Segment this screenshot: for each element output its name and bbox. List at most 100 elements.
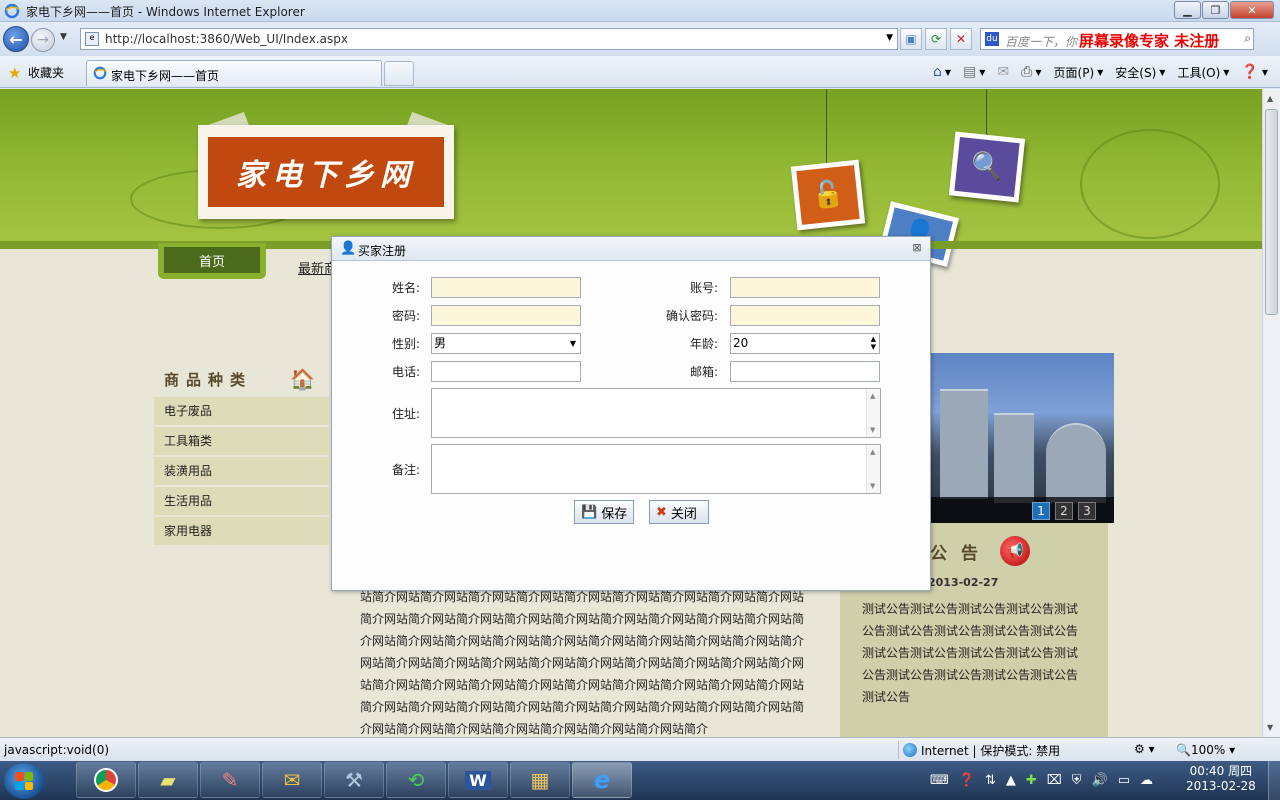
stop-button[interactable]: ✕ <box>950 28 972 50</box>
category-item[interactable]: 装潢用品 <box>154 457 329 485</box>
close-window-button[interactable]: ✕ <box>1230 1 1274 19</box>
start-button[interactable] <box>4 763 44 799</box>
page-menu[interactable]: 页面(P) ▼ <box>1054 64 1104 81</box>
minimize-button[interactable]: ▁ <box>1174 1 1201 19</box>
taskbar-chrome[interactable] <box>76 762 136 798</box>
category-item[interactable]: 家用电器 <box>154 517 329 545</box>
nav-home-tab[interactable]: 首页 <box>158 243 266 279</box>
history-dropdown-icon[interactable]: ▼ <box>60 32 67 42</box>
search-card: 🔍 <box>948 131 1026 203</box>
print-command[interactable]: ⎙ ▼ <box>1021 64 1041 80</box>
network-icon[interactable]: ⌧ <box>1047 773 1062 788</box>
scroll-up-icon[interactable]: ▲ <box>1267 94 1273 103</box>
browser-tab[interactable]: 家电下乡网——首页 <box>86 60 382 86</box>
popup-blocker-icon[interactable]: ⚙ ▾ <box>1134 742 1155 756</box>
textarea-scrollbar[interactable]: ▲ ▼ <box>866 445 880 493</box>
tools-menu[interactable]: 工具(O) ▼ <box>1177 64 1229 81</box>
email-input[interactable] <box>730 361 880 382</box>
taskbar-notes[interactable]: ✉ <box>262 762 322 798</box>
security-tray-icon[interactable]: ⛨ <box>1072 773 1082 788</box>
taskbar-refresh-app[interactable]: ⟲ <box>386 762 446 798</box>
scroll-down-icon[interactable]: ▼ <box>1267 723 1273 732</box>
tab-ie-icon <box>93 66 107 80</box>
weather-icon[interactable]: ☁ <box>1140 773 1153 788</box>
gender-value: 男 <box>434 336 447 350</box>
dev-tools-icon: ⚒ <box>345 768 363 792</box>
taskbar-dev-tools[interactable]: ⚒ <box>324 762 384 798</box>
nav-latest-link[interactable]: 最新商 <box>298 258 334 277</box>
taskbar-sticky-notes[interactable]: ▰ <box>138 762 198 798</box>
new-tab-button[interactable] <box>384 61 414 86</box>
house-icon: 🏠 <box>290 367 315 391</box>
page-scrollbar[interactable]: ▲ ▼ <box>1262 89 1280 737</box>
password-input[interactable] <box>431 305 581 326</box>
address-url[interactable]: http://localhost:3860/Web_UI/Index.aspx <box>105 32 348 46</box>
keyboard-icon[interactable]: ⌨ <box>930 773 949 788</box>
tab-title: 家电下乡网——首页 <box>111 69 220 83</box>
qq-add-icon[interactable]: ✚ <box>1026 773 1037 788</box>
slider-page-button[interactable]: 1 <box>1032 502 1050 520</box>
show-desktop-button[interactable] <box>1268 761 1280 800</box>
address-textarea[interactable]: ▲ ▼ <box>431 388 881 438</box>
input-method-icon[interactable]: ⇅ <box>985 773 996 788</box>
compatibility-icon: ▣ <box>905 32 917 46</box>
save-button[interactable]: 💾 保存 <box>574 500 634 524</box>
safety-menu[interactable]: 安全(S) ▼ <box>1115 64 1165 81</box>
home-command[interactable]: ⌂ ▼ <box>933 64 951 80</box>
address-bar[interactable]: e http://localhost:3860/Web_UI/Index.asp… <box>80 28 898 50</box>
slider-page-button[interactable]: 2 <box>1055 502 1073 520</box>
category-item[interactable]: 电子废品 <box>154 397 329 425</box>
favorites-button[interactable]: 收藏夹 <box>28 64 64 81</box>
taskbar-tools-app[interactable]: ✎ <box>200 762 260 798</box>
spinner-arrows-icon[interactable]: ▲ ▼ <box>871 335 876 351</box>
system-clock[interactable]: 00:40 周四 2013-02-28 <box>1186 764 1256 794</box>
security-zone[interactable]: Internet | 保护模式: 禁用 <box>898 741 1060 759</box>
age-stepper[interactable]: 20 ▲ ▼ <box>730 333 880 354</box>
help-icon: ❓ <box>1241 64 1259 80</box>
confirm-password-input[interactable] <box>730 305 880 326</box>
scroll-thumb[interactable] <box>1265 109 1278 315</box>
name-input[interactable] <box>431 277 581 298</box>
taskbar-internet-explorer[interactable]: e <box>572 762 632 798</box>
slider-page-button[interactable]: 3 <box>1078 502 1096 520</box>
speaker-icon[interactable]: 🔊 <box>1092 773 1108 788</box>
image-slider[interactable]: 1 2 3 <box>930 353 1114 523</box>
remark-textarea[interactable]: ▲ ▼ <box>431 444 881 494</box>
category-item[interactable]: 生活用品 <box>154 487 329 515</box>
site-logo[interactable]: 家电下乡网 <box>198 125 454 219</box>
display-icon[interactable]: ▭ <box>1118 773 1130 788</box>
close-button[interactable]: ✖ 关闭 <box>649 500 709 524</box>
help-tray-icon[interactable]: ❓ <box>959 773 975 788</box>
show-hidden-icon[interactable]: ▲ <box>1006 773 1016 788</box>
help-menu[interactable]: ❓ ▼ <box>1241 64 1268 80</box>
account-input[interactable] <box>730 277 880 298</box>
search-icon[interactable]: ⌕ <box>1244 31 1251 46</box>
favorites-star-icon[interactable]: ★ <box>8 64 21 82</box>
forward-button[interactable]: → <box>31 28 55 52</box>
zoom-level[interactable]: 🔍100% ▾ <box>1176 743 1235 757</box>
feeds-command[interactable]: ▤ ▼ <box>963 64 985 80</box>
mail-command[interactable]: ✉ <box>997 64 1009 80</box>
taskbar-word[interactable]: W <box>448 762 508 798</box>
navigation-bar: ← → ▼ e http://localhost:3860/Web_UI/Ind… <box>0 22 1280 56</box>
category-item[interactable]: 工具箱类 <box>154 427 329 455</box>
remark-label: 备注: <box>391 463 420 477</box>
maximize-button[interactable]: ❐ <box>1202 1 1229 19</box>
refresh-button[interactable]: ⟳ <box>925 28 947 50</box>
page-menu-label: 页面(P) <box>1053 65 1095 80</box>
textarea-scrollbar[interactable]: ▲ ▼ <box>866 389 880 437</box>
close-label: 关闭 <box>670 506 697 522</box>
address-dropdown-icon[interactable]: ▼ <box>886 33 893 43</box>
phone-input[interactable] <box>431 361 581 382</box>
word-icon: W <box>465 770 491 790</box>
search-box[interactable]: du 百度一下，你 屏幕录像专家 未注册 ⌕ <box>980 28 1254 50</box>
compatibility-view-button[interactable]: ▣ <box>900 28 922 50</box>
taskbar-explorer[interactable]: ▦ <box>510 762 570 798</box>
back-button[interactable]: ← <box>3 26 29 52</box>
status-text: javascript:void(0) <box>4 743 110 757</box>
site-banner: 🔓 🔍 👤 家电下乡网 <box>0 89 1262 267</box>
safety-menu-label: 安全(S) <box>1115 65 1157 80</box>
age-value: 20 <box>733 336 749 350</box>
gender-select[interactable]: 男 ▼ <box>431 333 581 354</box>
dialog-close-icon[interactable]: ⊠ <box>910 241 924 255</box>
